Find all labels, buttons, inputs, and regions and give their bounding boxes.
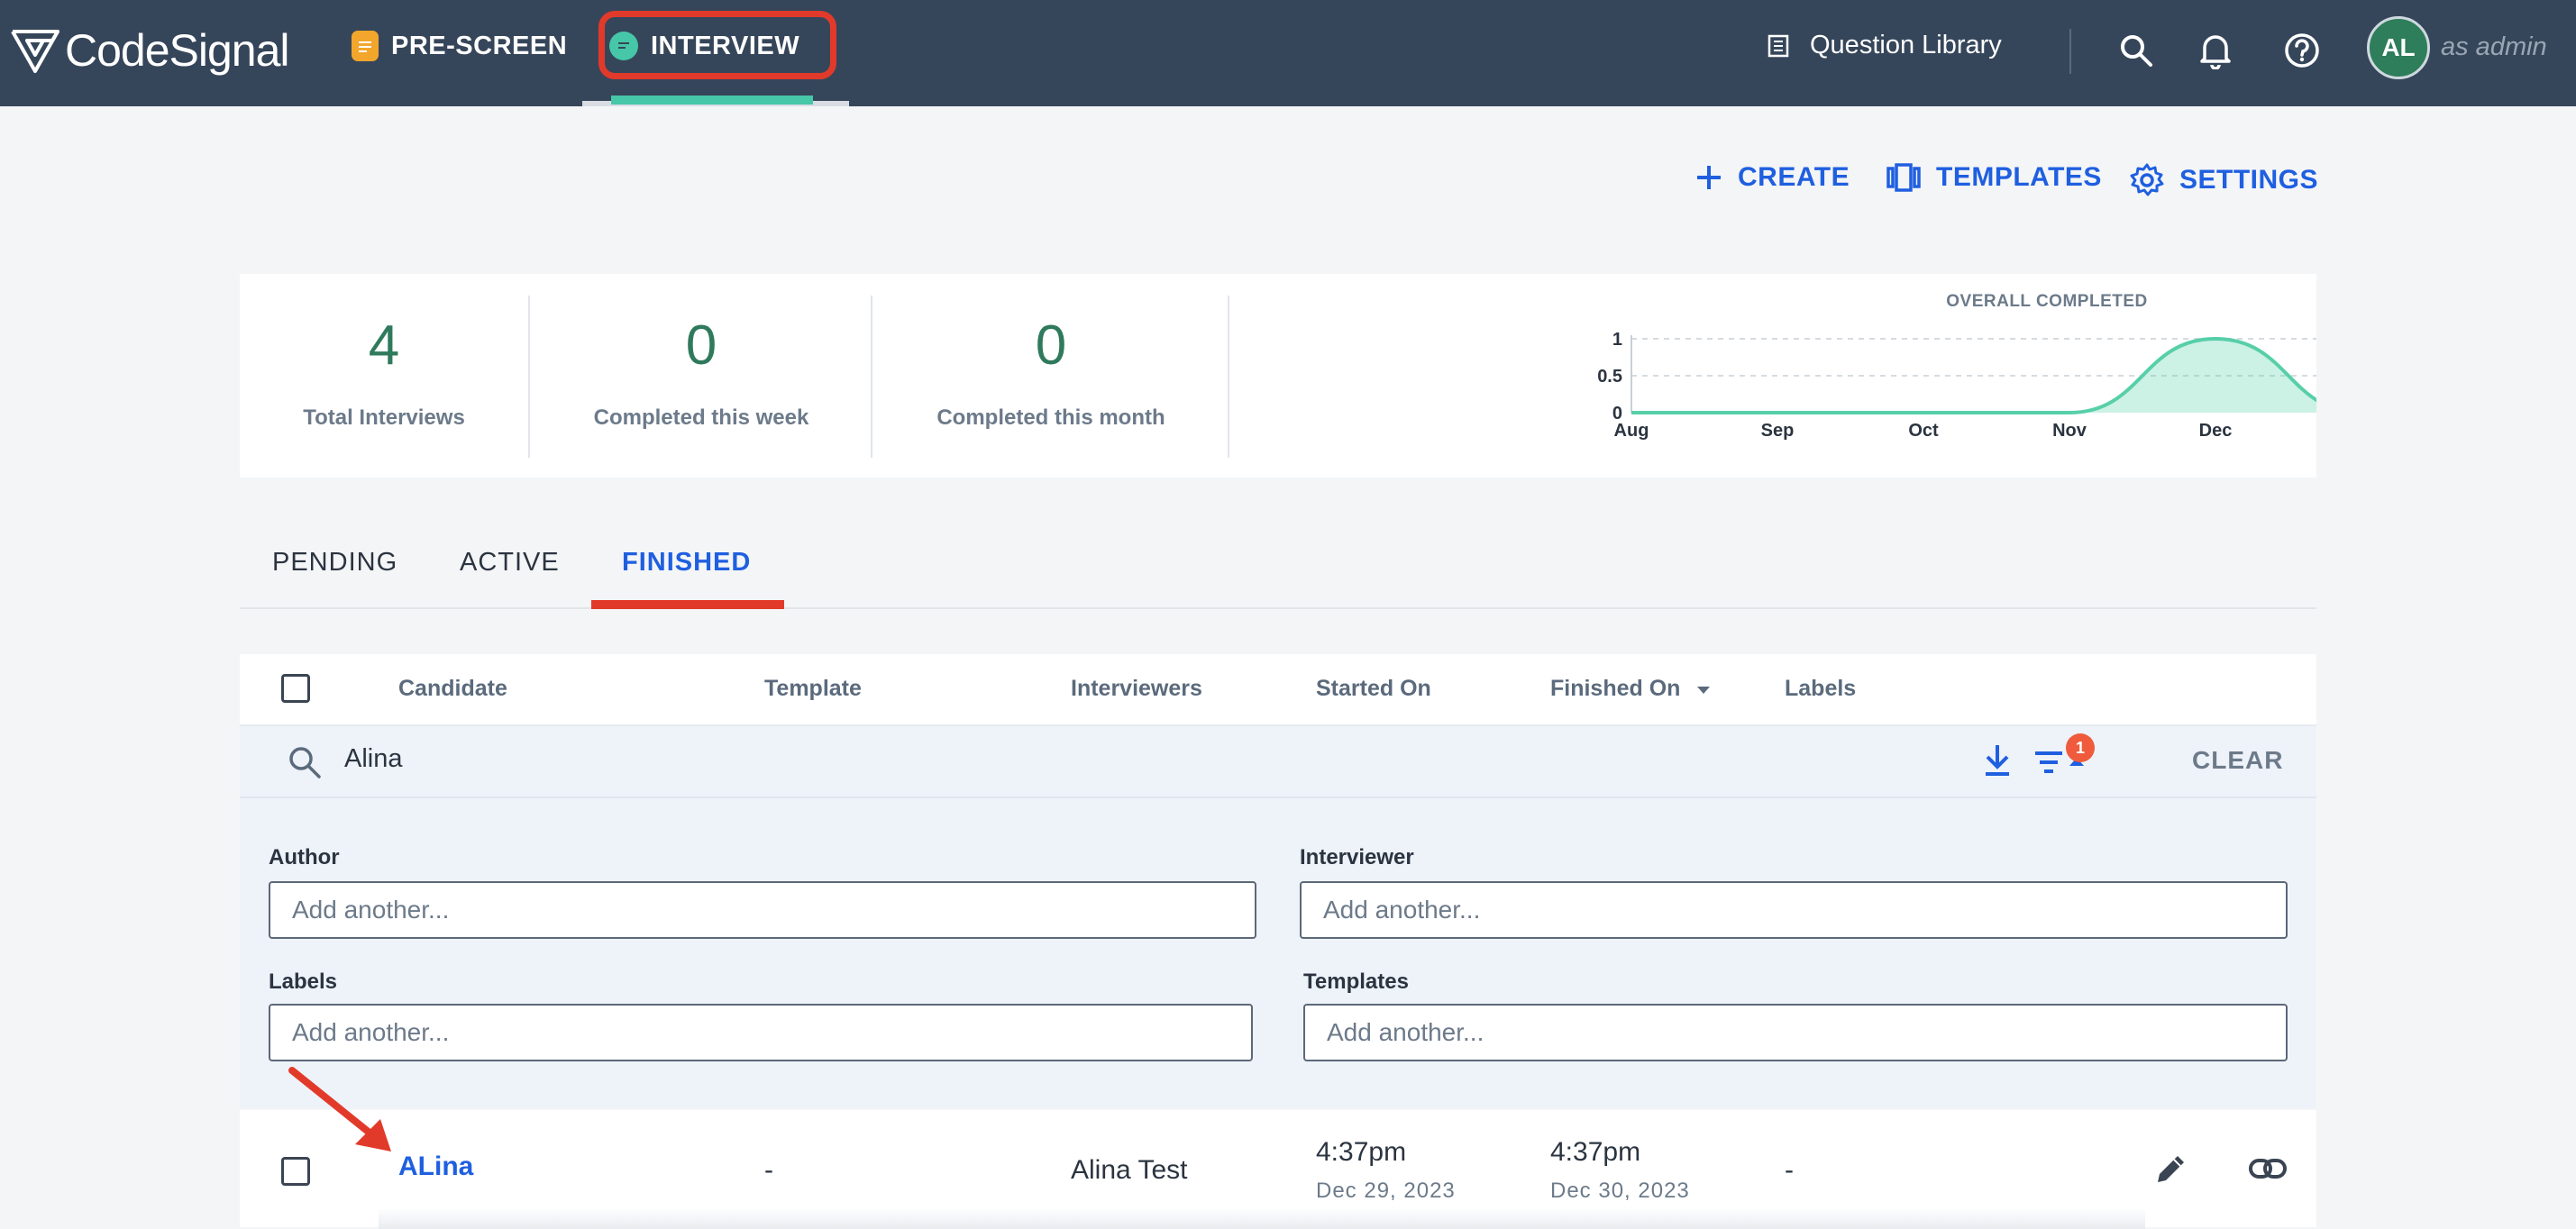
labels-filter-input[interactable] [269, 1004, 1253, 1061]
stat-total-interviews: 4 Total Interviews [240, 274, 528, 478]
book-icon [1768, 34, 1789, 57]
chart-y-tick-label: 0.5 [1597, 367, 1622, 387]
search-input[interactable]: Alina [344, 744, 403, 774]
help-icon[interactable] [2280, 29, 2324, 72]
search-icon [289, 747, 321, 778]
edit-pencil-icon[interactable] [2152, 1150, 2190, 1188]
plus-icon [1697, 166, 1721, 189]
stat-label: Completed this month [936, 405, 1165, 430]
select-all-checkbox[interactable] [281, 674, 310, 703]
column-candidate[interactable]: Candidate [398, 676, 507, 702]
row-interviewers: Alina Test [1071, 1155, 1188, 1185]
column-labels[interactable]: Labels [1785, 676, 1856, 702]
row-template: - [764, 1155, 773, 1185]
chart-x-tick-label: Aug [1614, 421, 1649, 441]
chart-x-tick-label: Nov [2052, 421, 2087, 441]
column-finished-on-label: Finished On [1550, 676, 1681, 701]
top-nav: CodeSignal PRE-SCREEN INTERVIEW Question… [0, 0, 2576, 106]
tabs-divider [240, 607, 2316, 609]
chart-x-tick-label: Oct [1908, 421, 1939, 441]
search-row: Alina 1 CLEAR [240, 726, 2316, 798]
row-labels: - [1785, 1155, 1794, 1185]
author-filter-input[interactable] [269, 881, 1256, 939]
create-button[interactable]: CREATE [1694, 162, 1850, 193]
nav-tab-pre-screen[interactable]: PRE-SCREEN [352, 22, 567, 70]
overall-completed-chart: 00.51AugSepOctNovDecJan [1597, 330, 2316, 441]
stat-completed-week: 0 Completed this week [530, 274, 872, 478]
stat-value: 0 [1035, 314, 1067, 377]
download-icon[interactable] [1981, 742, 2014, 778]
gear-icon [2130, 163, 2164, 196]
filter-count-badge: 1 [2066, 733, 2095, 762]
codesignal-logo-icon [11, 30, 59, 73]
templates-label: TEMPLATES [1936, 162, 2102, 192]
row-started-date: Dec 29, 2023 [1316, 1179, 1456, 1203]
stat-divider [1228, 296, 1229, 458]
stat-value: 4 [368, 314, 400, 377]
settings-label: SETTINGS [2179, 165, 2319, 195]
column-interviewers[interactable]: Interviewers [1071, 676, 1202, 702]
row-finished-time: 4:37pm [1550, 1137, 1641, 1167]
row-started-time: 4:37pm [1316, 1137, 1407, 1167]
nav-divider [2069, 29, 2071, 74]
avatar[interactable]: AL [2367, 16, 2430, 79]
stat-label: Total Interviews [303, 405, 465, 430]
filter-author-label: Author [269, 845, 340, 869]
codesignal-logo[interactable]: CodeSignal [9, 23, 290, 77]
question-library-label: Question Library [1810, 31, 2002, 59]
templates-button[interactable]: TEMPLATES [1886, 162, 2102, 193]
tab-finished-underline [591, 600, 784, 609]
nav-tab-label: PRE-SCREEN [391, 31, 568, 60]
sort-down-icon [1697, 687, 1711, 694]
stat-label: Completed this week [593, 405, 809, 430]
annotation-arrow [288, 1067, 391, 1152]
chart-y-tick-label: 1 [1612, 330, 1622, 350]
table-header: Candidate Template Interviewers Started … [240, 654, 2316, 726]
row-shadow [379, 1207, 2145, 1229]
templates-filter-input[interactable] [1303, 1004, 2288, 1061]
settings-button[interactable]: SETTINGS [2129, 162, 2318, 198]
filter-interviewer-label: Interviewer [1300, 845, 1414, 869]
annotation-highlight-box [598, 11, 836, 79]
logo-text: CodeSignal [65, 25, 290, 76]
link-icon[interactable] [2248, 1155, 2288, 1182]
column-template[interactable]: Template [764, 676, 862, 702]
filter-templates-label: Templates [1303, 970, 1409, 994]
stat-completed-month: 0 Completed this month [872, 274, 1229, 478]
column-started-on[interactable]: Started On [1316, 676, 1431, 702]
question-library-link[interactable]: Question Library [1767, 31, 2002, 60]
filter-panel: Alina 1 CLEAR Author Interviewer Labels … [240, 726, 2316, 1108]
row-finished-date: Dec 30, 2023 [1550, 1179, 1690, 1203]
templates-icon [1886, 163, 1921, 192]
stat-value: 0 [685, 314, 717, 377]
chart-x-tick-label: Dec [2199, 421, 2233, 441]
chart-x-tick-label: Sep [1761, 421, 1795, 441]
clear-button[interactable]: CLEAR [2192, 746, 2283, 775]
bell-icon[interactable] [2194, 29, 2237, 72]
nav-active-underline [611, 96, 813, 105]
stats-card: 4 Total Interviews 0 Completed this week… [240, 274, 2316, 478]
tab-active[interactable]: ACTIVE [460, 548, 560, 578]
tab-pending[interactable]: PENDING [272, 548, 397, 578]
create-label: CREATE [1738, 162, 1850, 192]
interviewer-filter-input[interactable] [1300, 881, 2288, 939]
role-text: as admin [2441, 32, 2547, 61]
filter-labels-label: Labels [269, 970, 338, 994]
tab-finished[interactable]: FINISHED [622, 548, 751, 578]
column-finished-on[interactable]: Finished On [1550, 676, 1712, 702]
pre-screen-icon [352, 31, 379, 61]
search-icon[interactable] [2115, 29, 2158, 72]
